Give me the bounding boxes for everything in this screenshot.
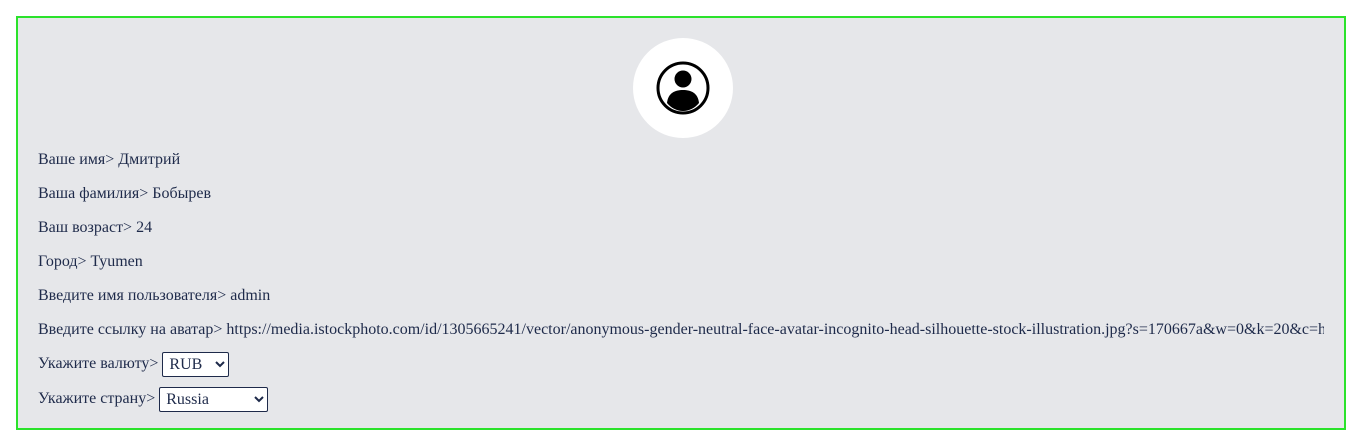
profile-panel: Ваше имя> Дмитрий Ваша фамилия> Бобырев Ва…	[16, 16, 1346, 430]
last-name-value: Бобырев	[152, 185, 212, 202]
city-value: Tyumen	[90, 253, 143, 270]
city-label: Город>	[38, 253, 87, 270]
avatar-url-row: Введите ссылку на аватар> https://media.i…	[38, 320, 1324, 340]
city-row: Город> Tyumen	[38, 252, 1324, 272]
avatar	[633, 38, 733, 138]
first-name-row: Ваше имя> Дмитрий	[38, 150, 1324, 170]
currency-label: Укажите валюту>	[38, 355, 159, 373]
first-name-value: Дмитрий	[118, 151, 181, 168]
age-value: 24	[136, 219, 153, 236]
username-value: admin	[230, 287, 271, 304]
age-label: Ваш возраст>	[38, 219, 133, 236]
currency-select[interactable]: RUB	[162, 352, 230, 377]
user-circle-icon	[656, 61, 710, 115]
country-select[interactable]: Russia	[159, 387, 269, 412]
avatar-url-label: Введите ссылку на аватар>	[38, 321, 223, 338]
age-row: Ваш возраст> 24	[38, 218, 1324, 238]
currency-row: Укажите валюту> RUB	[38, 352, 1324, 377]
username-label: Введите имя пользователя>	[38, 287, 227, 304]
first-name-label: Ваше имя>	[38, 151, 115, 168]
country-row: Укажите страну> Russia	[38, 387, 1324, 412]
last-name-row: Ваша фамилия> Бобырев	[38, 184, 1324, 204]
last-name-label: Ваша фамилия>	[38, 185, 149, 202]
country-label: Укажите страну>	[38, 390, 156, 408]
username-row: Введите имя пользователя> admin	[38, 286, 1324, 306]
avatar-url-value: https://media.istockphoto.com/id/1305665…	[226, 321, 1324, 338]
